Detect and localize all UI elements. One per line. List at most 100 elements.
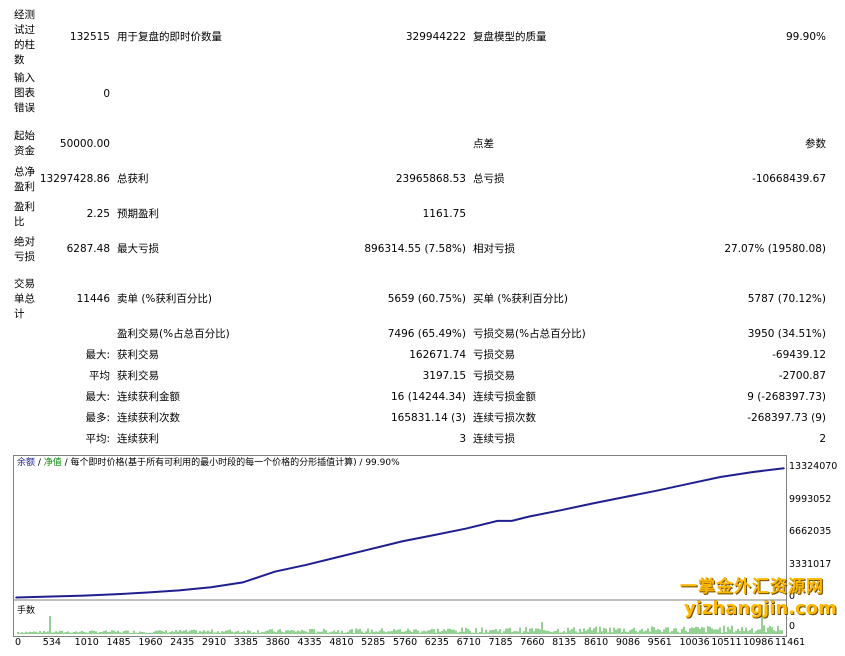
maximal-consecutive-profit-label: 连续获利次数 bbox=[117, 412, 180, 424]
x-tick-label: 3860 bbox=[265, 637, 290, 648]
profit-factor-value: 2.25 bbox=[86, 208, 110, 220]
profit-trades-label: 盈利交易(%占总百分比) bbox=[117, 328, 230, 340]
largest-loss-trade-label: 亏损交易 bbox=[473, 349, 515, 361]
loss-trades-label: 亏损交易(%占总百分比) bbox=[473, 328, 586, 340]
balance-point bbox=[624, 496, 626, 498]
y-tick-label: 6662035 bbox=[789, 526, 832, 537]
mismatched-errors-value: 0 bbox=[103, 88, 110, 100]
total-trades-value: 11446 bbox=[76, 293, 110, 305]
balance-point bbox=[401, 540, 403, 543]
x-tick-label: 6235 bbox=[424, 637, 449, 648]
x-tick-label: 5760 bbox=[392, 637, 418, 648]
gross-profit-label: 总获利 bbox=[117, 173, 149, 185]
legend-equity: 净值 bbox=[43, 458, 62, 468]
parameters-link[interactable]: 参数 bbox=[720, 138, 826, 151]
loss-trades-value: 3950 (34.51%) bbox=[747, 328, 826, 340]
net-profit-value: 13297428.86 bbox=[39, 173, 110, 185]
total-trades-label: 交易单总计 bbox=[14, 278, 35, 320]
profit-trades-value: 7496 (65.49%) bbox=[387, 328, 466, 340]
relative-drawdown-value: 27.07% (19580.08) bbox=[724, 243, 826, 255]
gross-loss-label: 总亏损 bbox=[473, 173, 505, 185]
modelling-quality-value: 99.90% bbox=[785, 31, 826, 43]
balance-point bbox=[655, 489, 658, 492]
balance-chart bbox=[13, 455, 787, 637]
x-tick-label: 11461 bbox=[775, 637, 806, 648]
largest-loss-trade-value: -69439.12 bbox=[772, 349, 826, 361]
maximal-consecutive-loss-value: -268397.73 (9) bbox=[747, 412, 826, 424]
largest-profit-trade-value: 162671.74 bbox=[409, 349, 466, 361]
x-tick-label: 534 bbox=[42, 637, 61, 648]
initial-deposit-label: 起始资金 bbox=[14, 130, 35, 157]
volume-zero-label: 0 bbox=[789, 621, 796, 632]
balance-point bbox=[783, 467, 785, 470]
bars-tested-label: 经测试过的柱数 bbox=[14, 9, 35, 66]
relative-drawdown-label: 相对亏损 bbox=[473, 243, 515, 255]
balance-point bbox=[369, 548, 371, 551]
balance-point bbox=[751, 471, 753, 473]
x-tick-label: 2435 bbox=[170, 637, 195, 648]
x-tick-label: 4335 bbox=[297, 637, 322, 648]
average-loss-trade-label: 亏损交易 bbox=[473, 370, 515, 382]
maximal-prefix: 最多: bbox=[85, 412, 110, 424]
maximum-prefix: 最大: bbox=[85, 391, 110, 403]
profit-factor-label: 盈利比 bbox=[14, 201, 35, 228]
balance-point bbox=[433, 534, 435, 536]
balance-point bbox=[82, 594, 85, 597]
balance-point bbox=[687, 483, 690, 485]
short-positions-label: 卖单 (%获利百分比) bbox=[117, 293, 213, 305]
x-tick-label: 9561 bbox=[647, 637, 672, 648]
average-consecutive-losses-value: 2 bbox=[819, 433, 826, 445]
average-loss-trade-value: -2700.87 bbox=[778, 370, 826, 382]
ticks-modelled-label: 用于复盘的即时价数量 bbox=[117, 31, 222, 43]
average-prefix: 平均 bbox=[89, 370, 110, 382]
max-consecutive-wins-value: 16 (14244.34) bbox=[391, 391, 466, 403]
chart-legend: 余额 / 净值 / 每个即时价格(基于所有可利用的最小时段的每一个价格的分形插值… bbox=[17, 458, 400, 469]
legend-balance: 余额 bbox=[17, 458, 36, 468]
long-positions-label: 买单 (%获利百分比) bbox=[473, 293, 569, 305]
average-profit-trade-label: 获利交易 bbox=[117, 370, 159, 382]
max-consecutive-losses-label: 连续亏损金额 bbox=[473, 391, 536, 403]
max-consecutive-losses-value: 9 (-268397.73) bbox=[747, 391, 826, 403]
balance-point bbox=[50, 595, 53, 598]
balance-point bbox=[242, 581, 244, 584]
legend-description: / 每个即时价格(基于所有可利用的最小时段的每一个价格的分形插值计算) / 99… bbox=[61, 458, 400, 468]
balance-point bbox=[305, 564, 308, 566]
x-tick-label: 1010 bbox=[74, 637, 99, 648]
balance-point bbox=[15, 596, 17, 599]
max-consecutive-wins-label: 连续获利金额 bbox=[117, 391, 180, 403]
x-tick-label: 4810 bbox=[329, 637, 354, 648]
bars-tested-value: 132515 bbox=[69, 31, 110, 43]
maximal-drawdown-label: 最大亏损 bbox=[117, 243, 159, 255]
y-tick-label: 13324070 bbox=[789, 461, 838, 472]
x-tick-label: 9086 bbox=[615, 637, 641, 648]
balance-point bbox=[719, 476, 722, 478]
expected-payoff-value: 1161.75 bbox=[422, 208, 466, 220]
maximal-consecutive-profit-value: 165831.14 (3) bbox=[391, 412, 466, 424]
x-tick-label: 7185 bbox=[488, 637, 513, 648]
average-profit-trade-value: 3197.15 bbox=[422, 370, 466, 382]
balance-point bbox=[146, 591, 149, 594]
x-tick-label: 0 bbox=[15, 637, 22, 648]
balance-point bbox=[560, 509, 562, 511]
balance-point bbox=[210, 586, 212, 589]
initial-deposit-value: 50000.00 bbox=[59, 138, 110, 150]
x-tick-label: 10511 bbox=[711, 637, 742, 648]
average-consecutive-losses-label: 连续亏损 bbox=[473, 433, 515, 445]
long-positions-value: 5787 (70.12%) bbox=[747, 293, 826, 305]
x-tick-label: 10986 bbox=[743, 637, 774, 648]
spread-label: 点差 bbox=[473, 138, 494, 150]
x-tick-label: 3385 bbox=[233, 637, 259, 648]
x-tick-label: 1485 bbox=[106, 637, 131, 648]
balance-point bbox=[273, 570, 276, 573]
ticks-modelled-value: 329944222 bbox=[405, 31, 466, 43]
maximal-drawdown-value: 896314.55 (7.58%) bbox=[364, 243, 466, 255]
balance-point bbox=[464, 527, 467, 530]
y-tick-label: 3331017 bbox=[789, 558, 832, 570]
absolute-drawdown-value: 6287.48 bbox=[66, 243, 110, 255]
balance-point bbox=[178, 589, 180, 592]
average-consecutive-wins-value: 3 bbox=[459, 433, 466, 445]
balance-point bbox=[511, 520, 513, 522]
balance-point bbox=[528, 515, 531, 518]
largest-profit-trade-label: 获利交易 bbox=[117, 349, 159, 361]
x-tick-label: 2910 bbox=[202, 637, 227, 648]
